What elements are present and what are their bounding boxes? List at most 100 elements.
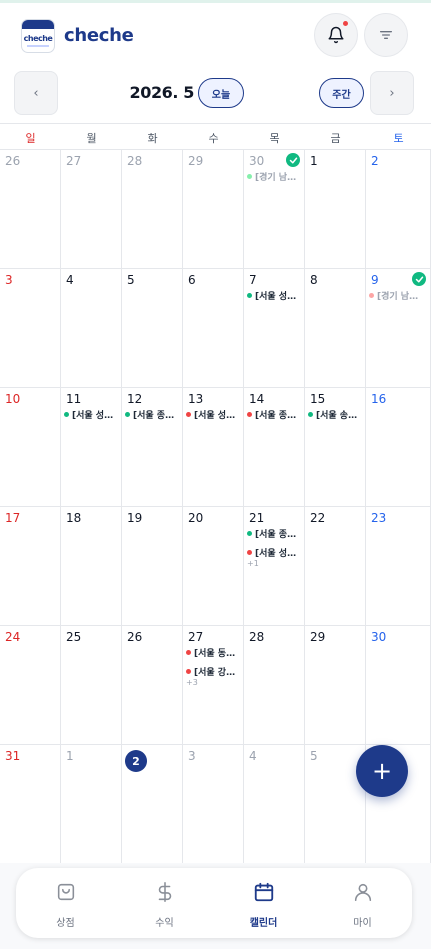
calendar-day-cell[interactable]: 26 — [122, 626, 183, 745]
event-title: [서울 성… — [194, 410, 236, 421]
calendar-day-cell[interactable]: 7 [서울 성… — [244, 269, 305, 388]
app-header: cheche cheche — [0, 3, 431, 65]
calendar-day-cell[interactable]: 1 — [305, 150, 366, 269]
day-number: 8 — [310, 273, 318, 287]
nav-item-label: 상점 — [56, 918, 75, 929]
day-number: 23 — [371, 511, 387, 525]
nav-item-calendar[interactable]: 캘린더 — [214, 868, 313, 938]
schedule-event[interactable]: [서울 성… — [247, 288, 302, 302]
day-number: 26 — [127, 630, 143, 644]
day-number: 6 — [188, 273, 196, 287]
event-status-dot — [125, 411, 130, 417]
more-events-count[interactable]: +1 — [247, 559, 259, 568]
calendar-day-cell[interactable]: 30 — [366, 626, 431, 745]
calendar-day-cell[interactable]: 16 — [366, 388, 431, 507]
schedule-event[interactable]: [서울 강… — [186, 664, 241, 678]
day-number: 20 — [188, 511, 204, 525]
schedule-event[interactable]: [서울 성… — [64, 407, 119, 421]
calendar-day-cell[interactable]: 13 [서울 성… — [183, 388, 244, 507]
schedule-event[interactable]: [서울 동… — [186, 645, 241, 659]
calendar-day-cell[interactable]: 27 — [61, 150, 122, 269]
day-number: 18 — [66, 511, 82, 525]
weekly-view-button[interactable]: 주간 — [319, 78, 364, 108]
schedule-event[interactable]: [서울 종… — [247, 407, 302, 421]
completed-check-icon — [412, 272, 426, 286]
calendar-day-cell[interactable]: 4 — [61, 269, 122, 388]
calendar-day-cell[interactable]: 8 — [305, 269, 366, 388]
event-status-dot — [247, 530, 252, 536]
calendar-day-cell[interactable]: 15 [서울 송… — [305, 388, 366, 507]
calendar-day-cell[interactable]: 31 — [0, 745, 61, 864]
day-number: 5 — [310, 749, 318, 763]
nav-item-label: 캘린더 — [249, 918, 278, 929]
nav-item-person[interactable]: 마이 — [313, 868, 412, 938]
today-date-badge: 2 — [125, 750, 147, 772]
calendar-day-cell[interactable]: 21 [서울 종… [서울 성… +1 — [244, 507, 305, 626]
calendar-day-cell[interactable]: 28 — [122, 150, 183, 269]
calendar-day-cell[interactable]: 12 [서울 종… — [122, 388, 183, 507]
calendar-day-cell[interactable]: 2 — [366, 150, 431, 269]
day-number: 11 — [66, 392, 82, 406]
calendar-day-cell[interactable]: 3 — [183, 745, 244, 864]
schedule-event[interactable]: [서울 종… — [247, 526, 302, 540]
schedule-event[interactable]: [경기 남… — [247, 169, 302, 183]
event-status-dot — [64, 411, 69, 417]
calendar-day-cell[interactable]: 1 — [61, 745, 122, 864]
calendar-day-cell[interactable]: 11 [서울 성… — [61, 388, 122, 507]
calendar-day-cell[interactable]: 2 — [122, 745, 183, 864]
next-month-button[interactable]: › — [370, 71, 414, 115]
day-number: 9 — [371, 273, 379, 287]
calendar-day-cell[interactable]: 19 — [122, 507, 183, 626]
nav-item-label: 수익 — [155, 918, 174, 929]
add-schedule-button[interactable]: + — [356, 745, 408, 797]
calendar-day-cell[interactable]: 5 — [122, 269, 183, 388]
today-button[interactable]: 오늘 — [198, 78, 244, 108]
notification-button[interactable] — [314, 13, 358, 57]
calendar-day-cell[interactable]: 26 — [0, 150, 61, 269]
filter-button[interactable] — [364, 13, 408, 57]
event-title: [서울 성… — [255, 291, 297, 302]
day-number: 26 — [5, 154, 21, 168]
calendar-day-cell[interactable]: 6 — [183, 269, 244, 388]
calendar-day-cell[interactable]: 20 — [183, 507, 244, 626]
calendar-day-cell[interactable]: 18 — [61, 507, 122, 626]
person-icon — [352, 881, 374, 903]
calendar-day-cell[interactable]: 25 — [61, 626, 122, 745]
nav-item-bag[interactable]: 상점 — [16, 868, 115, 938]
weekday-label: 월 — [86, 132, 97, 145]
calendar-day-cell[interactable]: 24 — [0, 626, 61, 745]
schedule-event[interactable]: [서울 종… — [125, 407, 180, 421]
day-number: 27 — [66, 154, 82, 168]
day-number: 27 — [188, 630, 204, 644]
more-events-count[interactable]: +3 — [186, 678, 198, 687]
prev-month-button[interactable]: ‹ — [14, 71, 58, 115]
calendar-day-cell[interactable]: 28 — [244, 626, 305, 745]
day-number: 3 — [188, 749, 196, 763]
schedule-event[interactable]: [경기 남… — [369, 288, 428, 302]
day-number: 7 — [249, 273, 257, 287]
nav-item-dollar[interactable]: 수익 — [115, 868, 214, 938]
schedule-event[interactable]: [서울 성… — [186, 407, 241, 421]
day-number: 4 — [249, 749, 257, 763]
weekday-label: 화 — [147, 132, 158, 145]
calendar-day-cell[interactable]: 9 [경기 남… — [366, 269, 431, 388]
day-number: 22 — [310, 511, 326, 525]
calendar-day-cell[interactable]: 29 — [183, 150, 244, 269]
bottom-navigation: 상점 수익 캘린더 마이 — [16, 868, 412, 938]
calendar-day-cell[interactable]: 22 — [305, 507, 366, 626]
schedule-event[interactable]: [서울 송… — [308, 407, 363, 421]
calendar-day-cell[interactable]: 10 — [0, 388, 61, 507]
calendar-day-cell[interactable]: 29 — [305, 626, 366, 745]
calendar-day-cell[interactable]: 17 — [0, 507, 61, 626]
day-number: 12 — [127, 392, 143, 406]
calendar-day-cell[interactable]: 30 [경기 남… — [244, 150, 305, 269]
calendar-day-cell[interactable]: 23 — [366, 507, 431, 626]
logo-text: cheche — [23, 34, 53, 43]
app-logo: cheche — [21, 19, 55, 53]
schedule-event[interactable]: [서울 성… — [247, 545, 302, 559]
event-title: [서울 강… — [194, 667, 236, 678]
calendar-day-cell[interactable]: 14 [서울 종… — [244, 388, 305, 507]
calendar-day-cell[interactable]: 3 — [0, 269, 61, 388]
calendar-day-cell[interactable]: 27 [서울 동… [서울 강… +3 — [183, 626, 244, 745]
calendar-day-cell[interactable]: 4 — [244, 745, 305, 864]
